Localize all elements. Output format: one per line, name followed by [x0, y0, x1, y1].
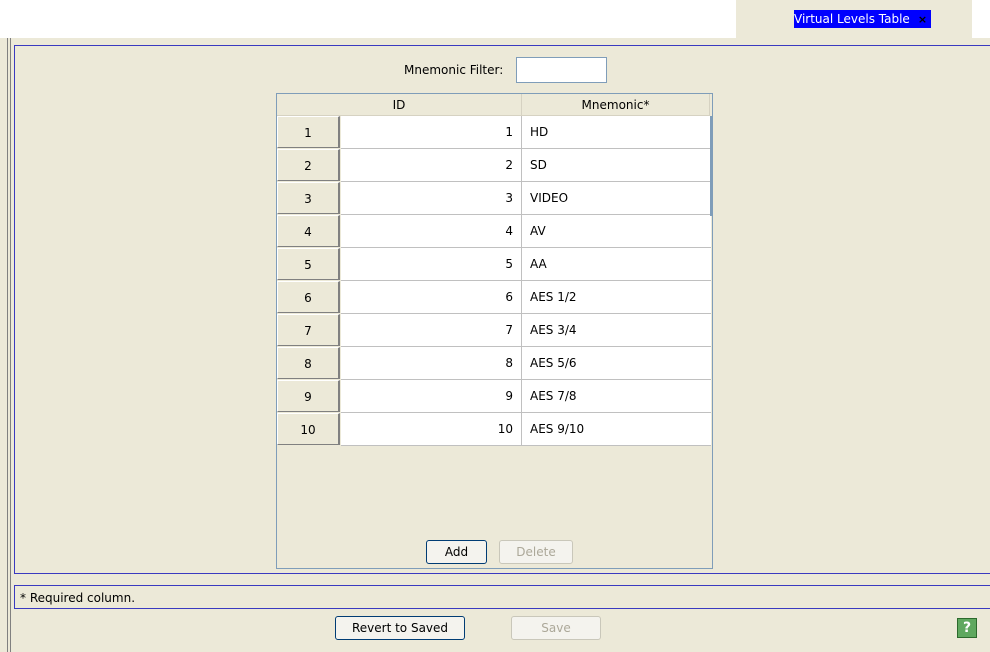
table-header: ID Mnemonic*	[277, 94, 712, 116]
mnemonic-cell[interactable]: AES 3/4	[522, 314, 711, 347]
table-row[interactable]: 2 2 SD	[277, 149, 712, 182]
row-number-header[interactable]: 1	[277, 116, 340, 148]
frame-divider-inner	[10, 38, 11, 652]
mnemonic-cell[interactable]: AES 7/8	[522, 380, 711, 413]
tab-strip: Virtual Levels Table ×	[0, 0, 990, 38]
id-cell[interactable]: 5	[341, 248, 522, 281]
row-number-header[interactable]: 10	[277, 413, 340, 445]
column-header-id[interactable]: ID	[277, 94, 522, 116]
row-number-header[interactable]: 2	[277, 149, 340, 181]
table-row[interactable]: 6 6 AES 1/2	[277, 281, 712, 314]
table-row[interactable]: 1 1 HD	[277, 116, 712, 149]
id-cell[interactable]: 10	[341, 413, 522, 446]
table-row[interactable]: 5 5 AA	[277, 248, 712, 281]
id-cell[interactable]: 2	[341, 149, 522, 182]
mnemonic-cell[interactable]: AA	[522, 248, 711, 281]
table-edge	[710, 116, 712, 216]
row-number-header[interactable]: 3	[277, 182, 340, 214]
mnemonic-cell[interactable]: VIDEO	[522, 182, 711, 215]
help-icon[interactable]: ?	[957, 618, 977, 638]
tab-virtual-levels[interactable]: Virtual Levels Table ×	[736, 0, 972, 38]
row-number-header[interactable]: 9	[277, 380, 340, 412]
mnemonic-cell[interactable]: AV	[522, 215, 711, 248]
row-number-header[interactable]: 6	[277, 281, 340, 313]
id-cell[interactable]: 7	[341, 314, 522, 347]
mnemonic-cell[interactable]: SD	[522, 149, 711, 182]
table-row[interactable]: 10 10 AES 9/10	[277, 413, 712, 446]
frame-divider	[7, 38, 8, 652]
mnemonic-cell[interactable]: AES 9/10	[522, 413, 711, 446]
tab-title[interactable]: Virtual Levels Table ×	[794, 10, 932, 28]
close-icon[interactable]: ×	[918, 13, 927, 26]
mnemonic-filter-input[interactable]	[516, 57, 607, 83]
save-button[interactable]: Save	[511, 616, 601, 640]
id-cell[interactable]: 8	[341, 347, 522, 380]
table-row[interactable]: 7 7 AES 3/4	[277, 314, 712, 347]
hint-box	[14, 585, 990, 609]
column-header-mnemonic[interactable]: Mnemonic*	[522, 94, 710, 116]
id-cell[interactable]: 1	[341, 116, 522, 149]
delete-button[interactable]: Delete	[499, 540, 573, 564]
mnemonic-cell[interactable]: AES 1/2	[522, 281, 711, 314]
mnemonic-cell[interactable]: AES 5/6	[522, 347, 711, 380]
table-row[interactable]: 4 4 AV	[277, 215, 712, 248]
row-number-header[interactable]: 7	[277, 314, 340, 346]
id-cell[interactable]: 6	[341, 281, 522, 314]
row-number-header[interactable]: 5	[277, 248, 340, 280]
tab-title-label: Virtual Levels Table	[794, 12, 910, 26]
mnemonic-filter-label: Mnemonic Filter:	[404, 63, 504, 77]
id-cell[interactable]: 4	[341, 215, 522, 248]
id-cell[interactable]: 9	[341, 380, 522, 413]
row-number-header[interactable]: 4	[277, 215, 340, 247]
add-button[interactable]: Add	[426, 540, 487, 564]
mnemonic-cell[interactable]: HD	[522, 116, 711, 149]
id-cell[interactable]: 3	[341, 182, 522, 215]
required-column-hint: * Required column.	[20, 591, 136, 605]
row-number-header[interactable]: 8	[277, 347, 340, 379]
table-row[interactable]: 8 8 AES 5/6	[277, 347, 712, 380]
virtual-levels-table: ID Mnemonic* 1 1 HD 2 2 SD 3 3 VIDEO 4 4 AV 5 5 AA 6 6 AE…	[276, 93, 713, 569]
revert-to-saved-button[interactable]: Revert to Saved	[335, 616, 465, 640]
table-row[interactable]: 9 9 AES 7/8	[277, 380, 712, 413]
main-frame: Mnemonic Filter: ID Mnemonic* 1 1 HD 2 2 SD 3 3…	[0, 38, 990, 652]
table-row[interactable]: 3 3 VIDEO	[277, 182, 712, 215]
